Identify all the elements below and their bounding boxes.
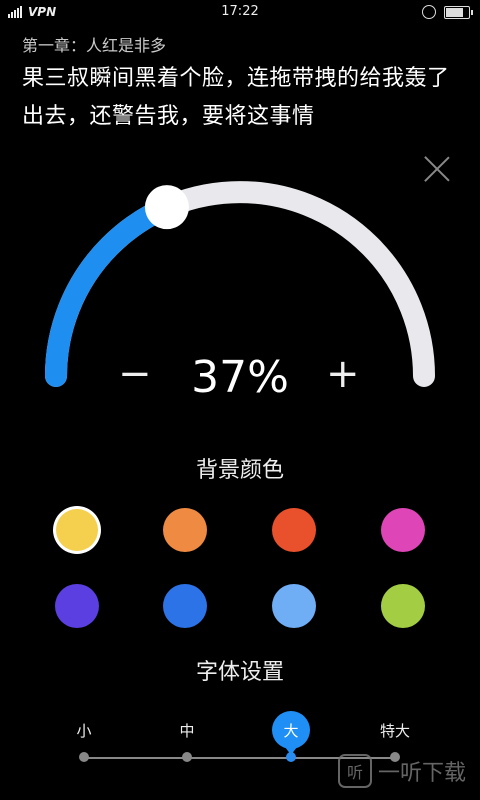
font-size-option[interactable]: 中 [179,720,194,741]
battery-icon [444,5,473,19]
background-color-title: 背景颜色 [195,458,284,483]
font-size-selected[interactable]: 大 [272,711,310,749]
font-slider-stop[interactable] [79,752,89,762]
color-swatch-blue[interactable] [163,584,207,628]
status-time: 17:22 [221,4,259,19]
status-bar: VPN 17:22 [0,0,480,24]
font-size-title: 字体设置 [195,660,284,685]
color-swatch-yellow[interactable] [56,509,98,551]
brightness-knob[interactable] [144,185,189,230]
brightness-track [45,181,435,387]
font-size-option[interactable]: 小 [76,720,91,741]
brightness-value: 37% [191,352,289,403]
settings-panel: − 37% + 背景颜色 字体设置 小中大特大 听 一听下载 [0,140,480,800]
watermark-text: 一听下载 [377,761,466,786]
color-swatch-red-orange[interactable] [272,508,316,552]
watermark-logo: 听 [337,754,372,788]
lock-icon [422,5,436,19]
reader-text: 果三叔瞬间黑着个脸，连拖带拽的给我轰了出去，还警告我，要将这事情 [22,66,450,129]
chapter-title: 第一章：人红是非多 [22,36,167,55]
color-swatch-orange[interactable] [163,508,207,552]
watermark: 听 一听下载 [337,754,466,788]
font-size-option[interactable]: 特大 [380,720,410,741]
brightness-increase-button[interactable]: + [326,354,360,394]
color-swatch-magenta[interactable] [381,508,425,552]
font-slider-stop[interactable] [182,752,192,762]
reader-area[interactable]: 第一章：人红是非多 果三叔瞬间黑着个脸，连拖带拽的给我轰了出去，还警告我，要将这… [0,24,480,140]
color-swatch-light-blue[interactable] [272,584,316,628]
color-swatch-violet[interactable] [55,584,99,628]
color-swatch-green[interactable] [381,584,425,628]
